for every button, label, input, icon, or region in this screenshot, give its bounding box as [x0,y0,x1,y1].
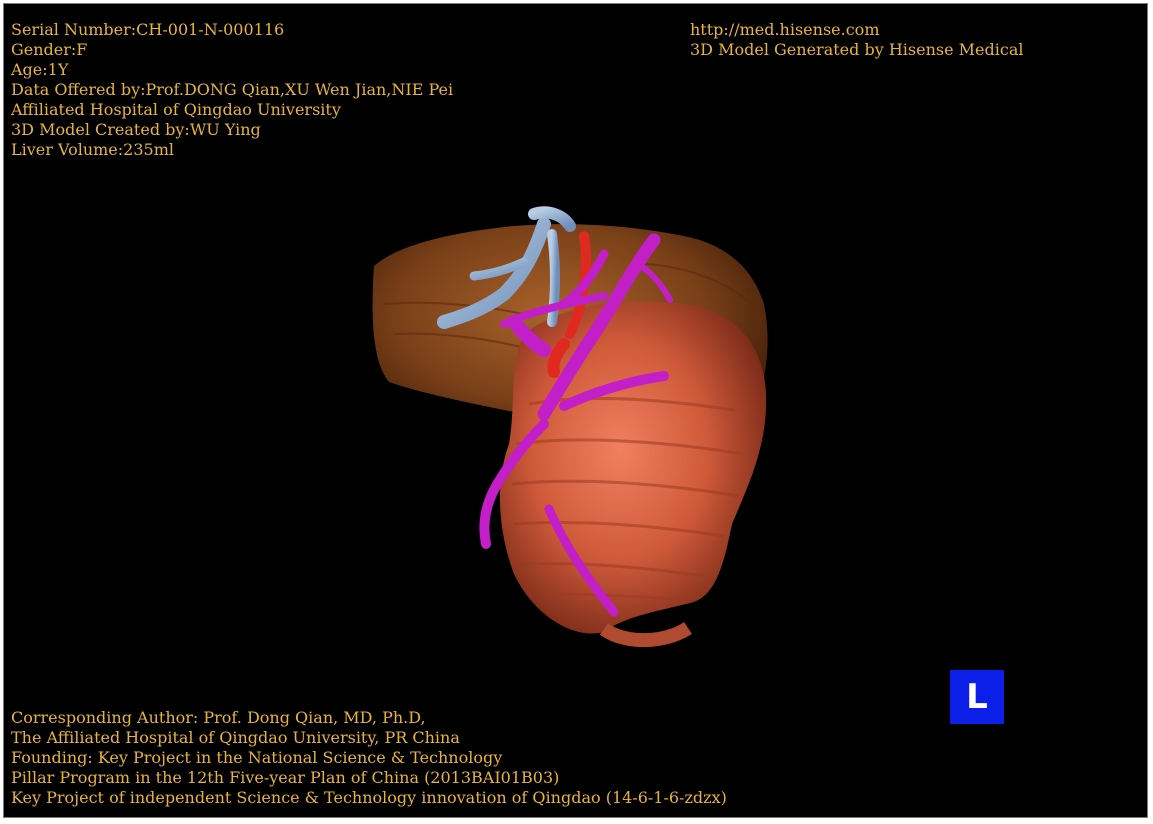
gender: Gender:F [11,40,88,59]
generator-info: http://med.hisense.com 3D Model Generate… [690,20,1023,60]
serial-number: Serial Number:CH-001-N-000116 [11,20,285,39]
generated-by: 3D Model Generated by Hisense Medical [690,40,1024,59]
website-url: http://med.hisense.com [690,20,880,39]
orientation-marker: L [950,670,1004,724]
model-created-by: 3D Model Created by:WU Ying [11,120,261,139]
orientation-label: L [966,677,988,717]
footer-line-4: Pillar Program in the 12th Five-year Pla… [11,768,560,787]
hospital-name: Affiliated Hospital of Qingdao Universit… [11,100,341,119]
data-offered-by: Data Offered by:Prof.DONG Qian,XU Wen Ji… [11,80,454,99]
3d-viewport[interactable]: Serial Number:CH-001-N-000116 Gender:F A… [3,3,1148,818]
footer-line-1: Corresponding Author: Prof. Dong Qian, M… [11,708,426,727]
footer-line-2: The Affiliated Hospital of Qingdao Unive… [11,728,460,747]
footer-line-3: Founding: Key Project in the National Sc… [11,748,503,767]
liver-volume: Liver Volume:235ml [11,140,174,159]
footer-line-5: Key Project of independent Science & Tec… [11,788,727,807]
credits-footer: Corresponding Author: Prof. Dong Qian, M… [11,708,727,808]
age: Age:1Y [11,60,69,79]
patient-info: Serial Number:CH-001-N-000116 Gender:F A… [11,20,453,160]
